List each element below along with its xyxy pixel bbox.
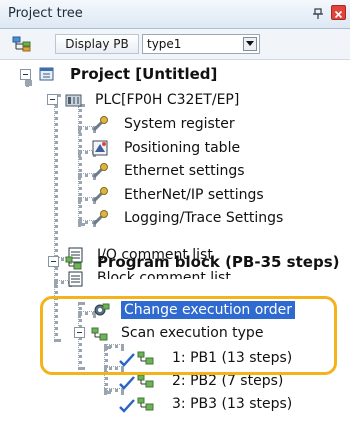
tree-item-positioning-table[interactable]: Positioning table xyxy=(124,139,240,157)
tree-item-logging-trace[interactable]: Logging/Trace Settings xyxy=(124,209,283,227)
highlight-box xyxy=(40,296,337,375)
tree-item-pb3[interactable]: 3: PB3 (13 steps) xyxy=(172,395,292,413)
toolbar: Display PB type1 xyxy=(0,29,350,60)
type-select-value: type1 xyxy=(147,37,182,51)
wrench-icon xyxy=(92,210,110,226)
checkmark-icon xyxy=(119,375,137,391)
plc-expander[interactable] xyxy=(47,94,58,105)
tree-view-icon[interactable] xyxy=(12,36,32,52)
tree-item-system-register[interactable]: System register xyxy=(124,115,235,133)
tree-item-plc[interactable]: PLC[FP0H C32ET/EP] xyxy=(95,91,239,109)
comment-list-icon xyxy=(67,271,85,287)
type-select[interactable]: type1 xyxy=(142,34,260,54)
tree-item-ethernet-settings[interactable]: Ethernet settings xyxy=(124,162,245,180)
wrench-icon xyxy=(92,163,110,179)
tree-item-program-block[interactable]: Program block (PB-35 steps) xyxy=(97,253,339,271)
wrench-icon xyxy=(92,187,110,203)
close-icon[interactable] xyxy=(331,5,346,20)
project-expander[interactable] xyxy=(20,69,31,80)
panel-title: Project tree xyxy=(8,6,83,21)
checkmark-icon xyxy=(119,398,137,414)
tree-item-project[interactable]: Project [Untitled] xyxy=(70,65,217,83)
plc-icon xyxy=(65,92,83,108)
panel-title-bar: Project tree xyxy=(0,0,350,29)
positioning-icon xyxy=(92,140,110,156)
wrench-icon xyxy=(92,116,110,132)
pin-icon[interactable] xyxy=(311,6,325,20)
tree-item-ethernetip-settings[interactable]: EtherNet/IP settings xyxy=(124,186,264,204)
chevron-down-icon[interactable] xyxy=(243,37,257,51)
program-block-expander[interactable] xyxy=(48,256,59,267)
project-icon xyxy=(39,66,57,82)
program-block-icon xyxy=(137,373,155,389)
program-block-icon xyxy=(65,255,83,271)
program-block-icon xyxy=(137,396,155,412)
display-pb-button[interactable]: Display PB xyxy=(55,34,139,54)
